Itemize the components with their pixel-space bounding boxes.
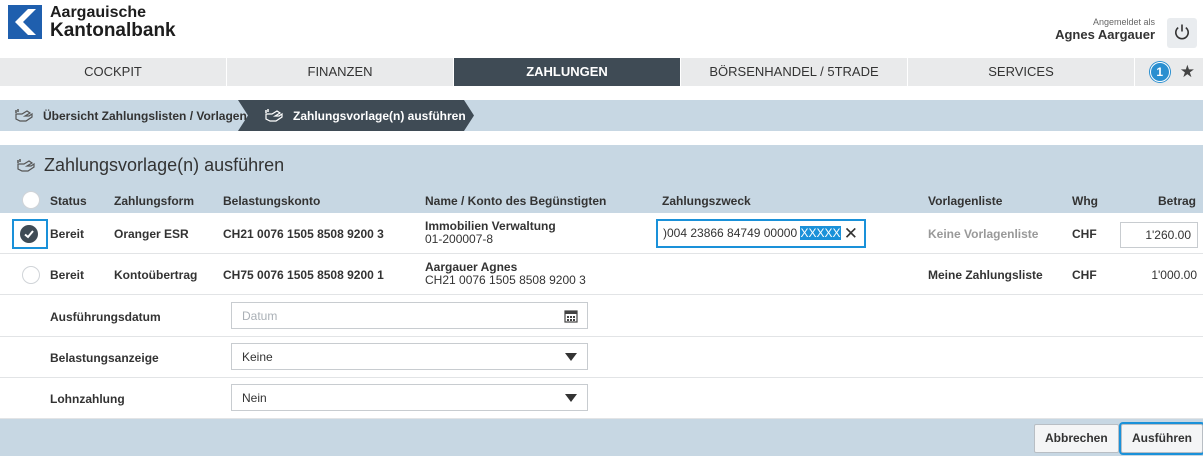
lohnzahlung-value: Nein bbox=[242, 391, 267, 405]
main-navigation: COCKPIT FINANZEN ZAHLUNGEN BÖRSENHANDEL … bbox=[0, 58, 1203, 86]
breadcrumb-label-overview: Übersicht Zahlungslisten / Vorlagen bbox=[43, 108, 247, 123]
belastungsanzeige-select[interactable]: Keine bbox=[231, 343, 588, 370]
payment-hand-icon bbox=[16, 158, 36, 177]
page-title: Zahlungsvorlage(n) ausführen bbox=[44, 155, 285, 175]
row-zahlungsform: Kontoübertrag bbox=[114, 268, 198, 282]
col-zahlungsform: Zahlungsform bbox=[114, 194, 194, 208]
row-betrag: 1'000.00 bbox=[1151, 268, 1197, 282]
logo-mark-icon bbox=[8, 5, 42, 39]
tab-services[interactable]: SERVICES bbox=[908, 58, 1135, 86]
app-header: Aargauische Kantonalbank Angemeldet als … bbox=[0, 0, 1203, 56]
col-betrag: Betrag bbox=[1158, 194, 1197, 208]
row-vorlagenliste: Meine Zahlungsliste bbox=[928, 268, 1043, 282]
row-beguenstigter-konto: 01-200007-8 bbox=[425, 232, 494, 246]
ausfuehrungsdatum-field[interactable]: Datum bbox=[231, 302, 588, 329]
breadcrumb-item-overview[interactable]: Übersicht Zahlungslisten / Vorlagen bbox=[0, 100, 250, 131]
row-vorlagenliste: Keine Vorlagenliste bbox=[928, 227, 1039, 241]
row-beguenstigter-konto: CH21 0076 1505 8508 9200 3 bbox=[425, 273, 586, 287]
zahlungszweck-value: )004 23866 84749 00000 XXXXX bbox=[663, 221, 841, 246]
action-bar: Abbrechen Ausführen bbox=[0, 419, 1203, 456]
col-zahlungszweck: Zahlungszweck bbox=[662, 194, 751, 208]
breadcrumb-label-current: Zahlungsvorlage(n) ausführen bbox=[293, 108, 466, 123]
row-status: Bereit bbox=[50, 268, 85, 282]
payment-hand-icon bbox=[14, 108, 34, 124]
table-row[interactable]: Bereit Oranger ESR CH21 0076 1505 8508 9… bbox=[0, 213, 1203, 254]
payment-hand-icon bbox=[264, 108, 284, 124]
ausfuehrungsdatum-placeholder: Datum bbox=[242, 309, 278, 323]
chevron-down-icon bbox=[565, 394, 577, 402]
clear-icon[interactable]: ✕ bbox=[844, 221, 858, 246]
cancel-button[interactable]: Abbrechen bbox=[1034, 424, 1119, 453]
zahlungszweck-selected-text: XXXXX bbox=[800, 226, 841, 240]
chevron-down-icon bbox=[565, 353, 577, 361]
col-beguenstigter: Name / Konto des Begünstigten bbox=[425, 194, 607, 208]
row-belastungskonto: CH75 0076 1505 8508 9200 1 bbox=[223, 268, 384, 282]
checkmark-icon bbox=[24, 230, 34, 239]
row-status: Bereit bbox=[50, 227, 85, 241]
lohnzahlung-select[interactable]: Nein bbox=[231, 384, 588, 411]
row-select-radio[interactable] bbox=[20, 225, 38, 243]
bank-logo[interactable]: Aargauische Kantonalbank bbox=[8, 4, 176, 40]
execute-button[interactable]: Ausführen bbox=[1121, 424, 1203, 453]
col-belastungskonto: Belastungskonto bbox=[223, 194, 321, 208]
col-whg: Whg bbox=[1072, 194, 1098, 208]
user-info: Angemeldet als Agnes Aargauer bbox=[1055, 17, 1155, 42]
ausfuehrungsdatum-label: Ausführungsdatum bbox=[50, 310, 161, 324]
section-header: Zahlungsvorlage(n) ausführen bbox=[0, 145, 1203, 188]
select-all-radio[interactable] bbox=[22, 191, 40, 209]
tab-finanzen[interactable]: FINANZEN bbox=[227, 58, 454, 86]
calendar-icon[interactable] bbox=[564, 309, 578, 326]
row-zahlungsform: Oranger ESR bbox=[114, 227, 189, 241]
belastungsanzeige-value: Keine bbox=[242, 350, 273, 364]
row-beguenstigter-name: Immobilien Verwaltung bbox=[425, 219, 556, 233]
tab-zahlungen[interactable]: ZAHLUNGEN bbox=[454, 58, 681, 86]
bank-name: Aargauische Kantonalbank bbox=[50, 4, 176, 40]
bank-name-line2: Kantonalbank bbox=[50, 20, 176, 41]
breadcrumb-item-current: Zahlungsvorlage(n) ausführen bbox=[238, 100, 474, 131]
nav-extras: 1 ★ bbox=[1135, 58, 1203, 86]
form-row-lohnzahlung: Lohnzahlung Nein bbox=[0, 378, 1203, 419]
row-beguenstigter-name: Aargauer Agnes bbox=[425, 260, 518, 274]
breadcrumb: Übersicht Zahlungslisten / Vorlagen Zahl… bbox=[0, 100, 1203, 131]
row-whg: CHF bbox=[1072, 227, 1097, 241]
belastungsanzeige-label: Belastungsanzeige bbox=[50, 351, 159, 365]
col-status: Status bbox=[50, 194, 87, 208]
logout-button[interactable] bbox=[1167, 18, 1197, 48]
favorites-star-icon[interactable]: ★ bbox=[1180, 62, 1195, 82]
form-row-belastungsanzeige: Belastungsanzeige Keine bbox=[0, 337, 1203, 378]
notification-badge[interactable]: 1 bbox=[1149, 62, 1170, 82]
table-row[interactable]: Bereit Kontoübertrag CH75 0076 1505 8508… bbox=[0, 254, 1203, 295]
zahlungszweck-text: )004 23866 84749 00000 bbox=[663, 226, 801, 240]
form-row-ausfuehrungsdatum: Ausführungsdatum Datum bbox=[0, 296, 1203, 337]
user-name: Agnes Aargauer bbox=[1055, 27, 1155, 42]
tab-boersenhandel[interactable]: BÖRSENHANDEL / 5TRADE bbox=[681, 58, 908, 86]
row-belastungskonto: CH21 0076 1505 8508 9200 3 bbox=[223, 227, 384, 241]
logged-in-label: Angemeldet als bbox=[1092, 17, 1155, 27]
lohnzahlung-label: Lohnzahlung bbox=[50, 392, 125, 406]
tab-cockpit[interactable]: COCKPIT bbox=[0, 58, 227, 86]
power-icon bbox=[1173, 23, 1191, 44]
zahlungszweck-input[interactable]: )004 23866 84749 00000 XXXXX ✕ bbox=[656, 219, 866, 248]
table-header: Status Zahlungsform Belastungskonto Name… bbox=[0, 188, 1203, 213]
row-select-radio[interactable] bbox=[22, 266, 40, 284]
betrag-input[interactable]: 1'260.00 bbox=[1120, 222, 1198, 248]
col-vorlagenliste: Vorlagenliste bbox=[928, 194, 1003, 208]
row-whg: CHF bbox=[1072, 268, 1097, 282]
